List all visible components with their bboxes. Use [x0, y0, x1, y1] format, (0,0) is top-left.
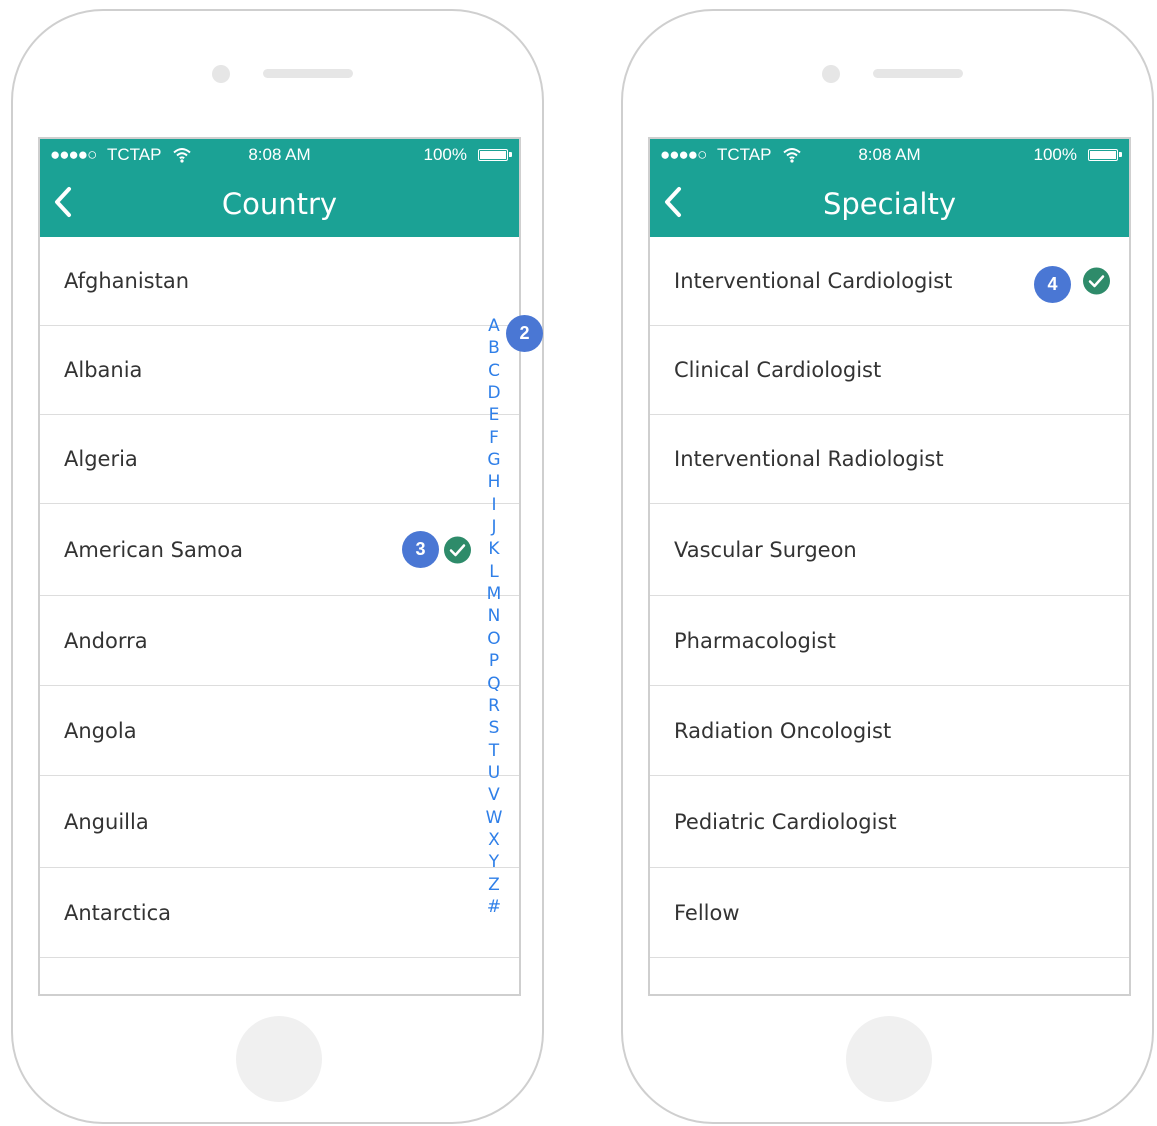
home-button[interactable]	[846, 1016, 932, 1102]
list-item-label: Interventional Cardiologist	[674, 269, 953, 293]
list-item-american-samoa[interactable]: American Samoa 3	[40, 504, 519, 596]
list-item-vascular-surgeon[interactable]: Vascular Surgeon	[650, 504, 1129, 596]
country-screen: ●●●●○ TCTAP 8:08 AM 100% Country Afghani…	[38, 137, 521, 996]
list-item-label: Albania	[64, 358, 143, 382]
page-title: Country	[221, 187, 338, 221]
step-badge-3: 3	[402, 531, 439, 568]
index-letter[interactable]: C	[481, 360, 507, 382]
list-item-clinical-cardiologist[interactable]: Clinical Cardiologist	[650, 326, 1129, 415]
index-letter[interactable]: X	[481, 829, 507, 851]
index-letter[interactable]: Q	[481, 673, 507, 695]
index-letter[interactable]: J	[481, 516, 507, 538]
index-letter[interactable]: F	[481, 427, 507, 449]
list-item-label: Antarctica	[64, 900, 171, 925]
list-item-label: Algeria	[64, 447, 138, 471]
camera	[822, 65, 840, 83]
index-letter[interactable]: Y	[481, 851, 507, 873]
checkmark-icon	[444, 536, 471, 563]
list-item-label: Fellow	[674, 900, 740, 925]
battery-percent: 100%	[1033, 145, 1077, 164]
index-letter[interactable]: D	[481, 382, 507, 404]
alphabet-index[interactable]: A B C D E F G H I J K L M N O P Q R S T …	[481, 315, 507, 918]
index-letter[interactable]: B	[481, 337, 507, 359]
battery-percent: 100%	[423, 145, 467, 164]
index-letter[interactable]: T	[481, 740, 507, 762]
index-letter[interactable]: V	[481, 784, 507, 806]
list-item-label: Radiation Oncologist	[674, 718, 892, 743]
list-item-interventional-radiologist[interactable]: Interventional Radiologist	[650, 415, 1129, 504]
list-item-interventional-cardiologist[interactable]: Interventional Cardiologist 4	[650, 237, 1129, 326]
index-letter[interactable]: H	[481, 471, 507, 493]
step-badge-2: 2	[506, 315, 543, 352]
checkmark-icon	[1083, 267, 1110, 295]
index-letter[interactable]: E	[481, 404, 507, 426]
index-letter[interactable]: U	[481, 762, 507, 784]
list-item-label: Andorra	[64, 628, 148, 653]
speaker	[263, 69, 353, 78]
speaker	[873, 69, 963, 78]
list-item-angola[interactable]: Angola	[40, 686, 519, 776]
index-letter[interactable]: K	[481, 538, 507, 560]
camera	[212, 65, 230, 83]
step-badge-4: 4	[1034, 266, 1071, 303]
list-item-label: Interventional Radiologist	[674, 447, 944, 471]
list-item-label: Pharmacologist	[674, 628, 836, 653]
index-letter[interactable]: P	[481, 650, 507, 672]
index-letter[interactable]: Z	[481, 874, 507, 896]
index-letter[interactable]: A	[481, 315, 507, 337]
home-button[interactable]	[236, 1016, 322, 1102]
index-letter[interactable]: S	[481, 717, 507, 739]
index-letter[interactable]: L	[481, 561, 507, 583]
nav-header: ●●●●○ TCTAP 8:08 AM 100% Country	[40, 139, 519, 237]
list-item-label: American Samoa	[64, 537, 243, 562]
list-item-label: Clinical Cardiologist	[674, 358, 882, 382]
status-bar: ●●●●○ TCTAP 8:08 AM 100%	[650, 145, 1129, 165]
phone-frame-left: ●●●●○ TCTAP 8:08 AM 100% Country Afghani…	[11, 9, 544, 1124]
index-letter[interactable]: G	[481, 449, 507, 471]
battery-icon	[478, 149, 512, 161]
index-letter[interactable]: W	[481, 807, 507, 829]
battery-icon	[1088, 149, 1122, 161]
status-bar: ●●●●○ TCTAP 8:08 AM 100%	[40, 145, 519, 165]
index-letter[interactable]: R	[481, 695, 507, 717]
page-title: Specialty	[822, 187, 957, 221]
index-letter[interactable]: N	[481, 605, 507, 627]
phone-frame-right: ●●●●○ TCTAP 8:08 AM 100% Specialty Inter…	[621, 9, 1154, 1124]
list-item-antarctica[interactable]: Antarctica	[40, 868, 519, 958]
specialty-screen: ●●●●○ TCTAP 8:08 AM 100% Specialty Inter…	[648, 137, 1131, 996]
list-item-albania[interactable]: Albania	[40, 326, 519, 415]
nav-header: ●●●●○ TCTAP 8:08 AM 100% Specialty	[650, 139, 1129, 237]
list-item-pediatric-cardiologist[interactable]: Pediatric Cardiologist	[650, 776, 1129, 868]
index-letter[interactable]: O	[481, 628, 507, 650]
list-item-afghanistan[interactable]: Afghanistan	[40, 237, 519, 326]
list-item-fellow[interactable]: Fellow	[650, 868, 1129, 958]
list-item-label: Afghanistan	[64, 269, 190, 293]
list-item-label: Vascular Surgeon	[674, 537, 857, 562]
list-item-radiation-oncologist[interactable]: Radiation Oncologist	[650, 686, 1129, 776]
list-item-label: Angola	[64, 718, 137, 743]
list-item-andorra[interactable]: Andorra	[40, 596, 519, 686]
list-item-label: Anguilla	[64, 809, 149, 834]
index-letter[interactable]: I	[481, 494, 507, 516]
index-letter[interactable]: M	[481, 583, 507, 605]
index-letter[interactable]: #	[481, 896, 507, 918]
list-item-algeria[interactable]: Algeria	[40, 415, 519, 504]
list-item-anguilla[interactable]: Anguilla	[40, 776, 519, 868]
list-item-label: Pediatric Cardiologist	[674, 809, 897, 834]
list-item-pharmacologist[interactable]: Pharmacologist	[650, 596, 1129, 686]
